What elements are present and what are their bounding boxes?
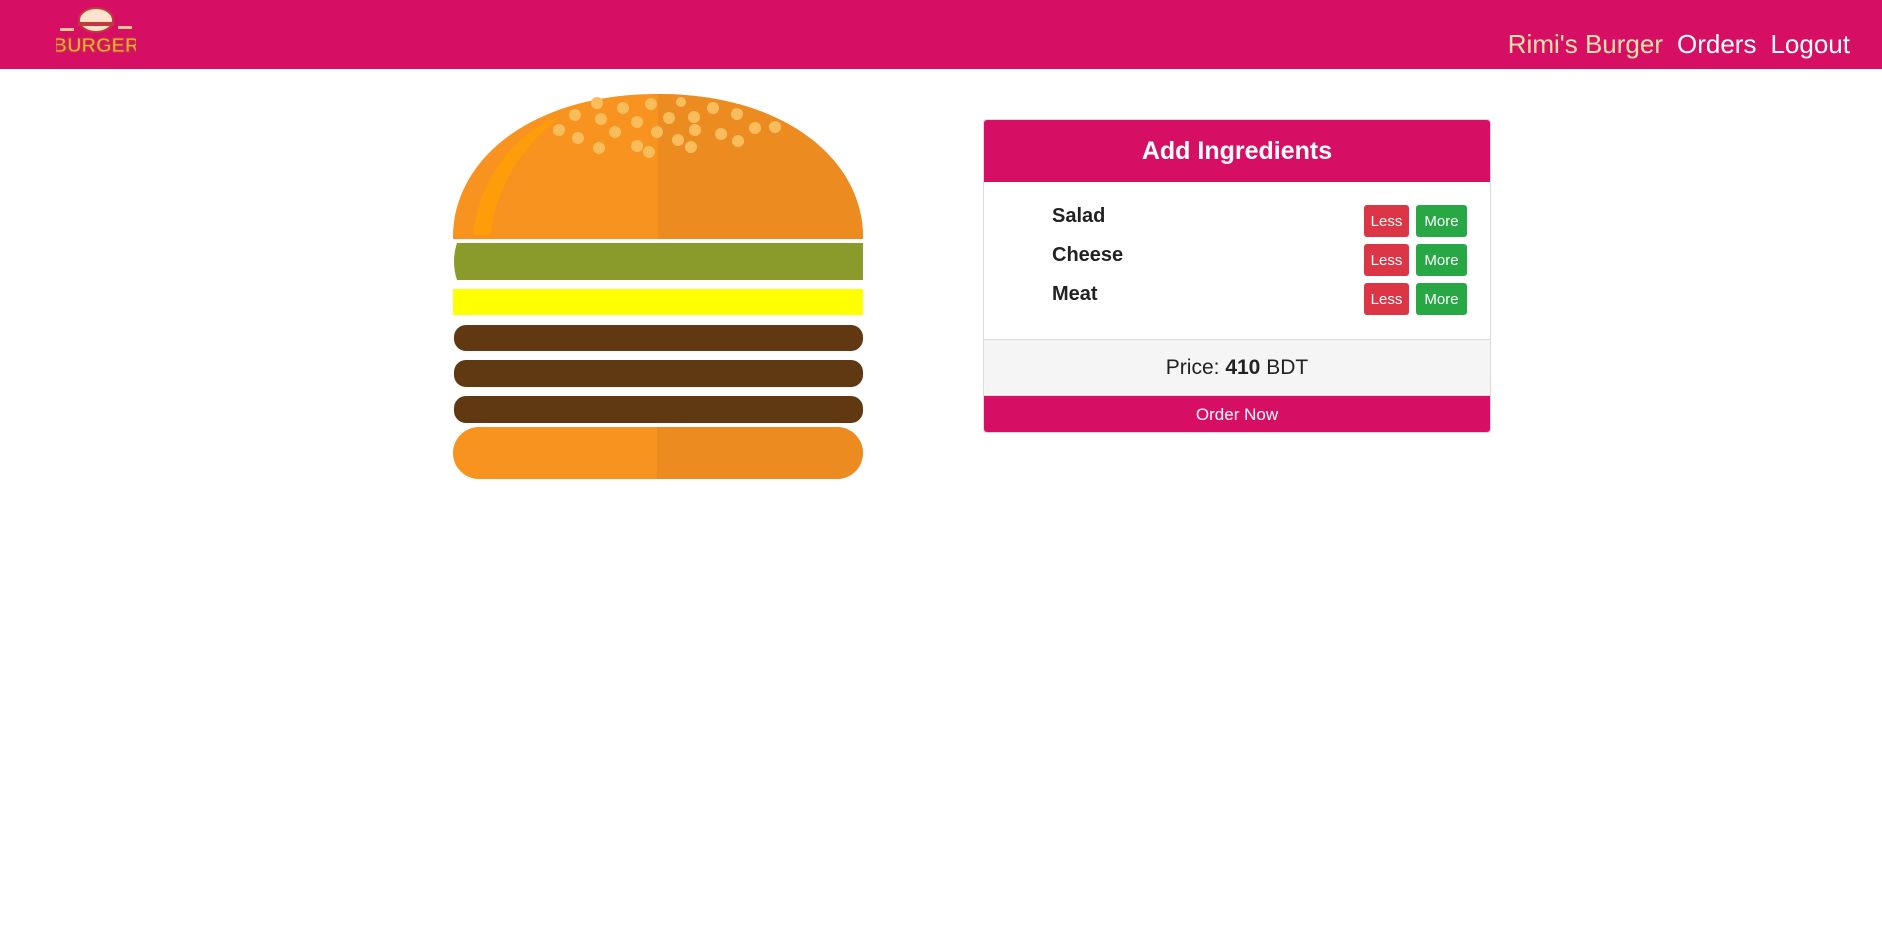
- burger-logo-icon[interactable]: BURGER: [56, 4, 136, 58]
- ingredient-row-cheese: Cheese Less More: [984, 242, 1490, 276]
- meat-layer-2: [454, 360, 863, 387]
- salad-layer: [454, 243, 863, 280]
- cheese-more-button[interactable]: More: [1416, 244, 1467, 276]
- meat-less-button[interactable]: Less: [1364, 283, 1409, 315]
- ingredient-label: Cheese: [1052, 244, 1124, 266]
- price-bar: Price: 410 BDT: [984, 340, 1490, 396]
- ingredient-row-meat: Meat Less More: [984, 281, 1490, 315]
- cheese-less-button[interactable]: Less: [1364, 244, 1409, 276]
- ingredient-list: Salad Less More Cheese Less More Meat Le…: [984, 182, 1490, 340]
- price-value: 410: [1225, 356, 1261, 379]
- order-now-button[interactable]: Order Now: [984, 396, 1490, 432]
- ingredient-label: Salad: [1052, 205, 1106, 227]
- bun-bottom: [453, 427, 863, 479]
- card-title: Add Ingredients: [984, 120, 1490, 182]
- salad-less-button[interactable]: Less: [1364, 205, 1409, 237]
- burger-preview: [453, 94, 863, 479]
- meat-layer-3: [454, 396, 863, 423]
- meat-layer-1: [454, 325, 863, 351]
- nav-link-logout[interactable]: Logout: [1770, 28, 1850, 60]
- meat-more-button[interactable]: More: [1416, 283, 1467, 315]
- logo-text: BURGER: [56, 35, 136, 57]
- nav-link-rimis-burger[interactable]: Rimi's Burger: [1508, 28, 1663, 60]
- bun-top: [453, 94, 863, 239]
- build-controls-card: Add Ingredients Salad Less More Cheese L…: [983, 119, 1491, 433]
- navbar: BURGER Rimi's Burger Orders Logout: [0, 0, 1882, 69]
- salad-more-button[interactable]: More: [1416, 205, 1467, 237]
- price-label: Price:: [1165, 356, 1220, 379]
- ingredient-row-salad: Salad Less More: [984, 203, 1490, 237]
- ingredient-label: Meat: [1052, 283, 1098, 305]
- nav-link-orders[interactable]: Orders: [1677, 28, 1756, 60]
- nav-links: Rimi's Burger Orders Logout: [1508, 28, 1850, 60]
- cheese-layer: [453, 289, 863, 315]
- price-currency: BDT: [1266, 356, 1309, 379]
